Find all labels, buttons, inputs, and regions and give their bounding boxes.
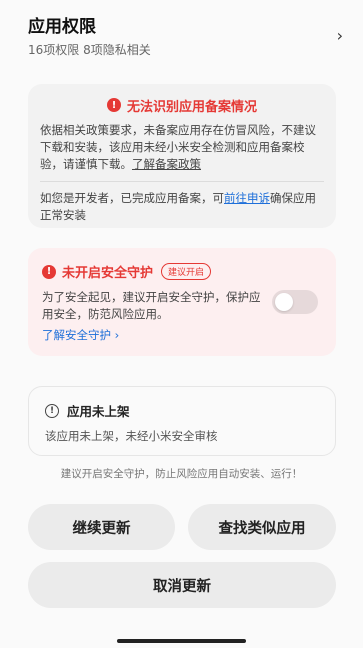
toggle-knob [275,293,293,311]
divider [40,181,324,182]
permissions-header[interactable]: 应用权限 16项权限 8项隐私相关 › [28,16,343,60]
find-similar-app-button[interactable]: 查找类似应用 [188,504,336,550]
security-guard-title: 未开启安全守护 [62,266,154,281]
security-guard-toggle[interactable] [272,290,318,314]
recommend-badge: 建议开启 [161,263,212,280]
install-sheet: 应用权限 16项权限 8项隐私相关 › ! 无法识别应用备案情况 依据相关政策要… [0,0,363,648]
security-guard-header: ! 未开启安全守护 建议开启 [42,262,322,281]
filing-policy-link[interactable]: 了解备案政策 [132,157,201,171]
unlisted-header: ! 应用未上架 [45,401,319,420]
info-icon: ! [45,403,59,418]
filing-warning-card: ! 无法识别应用备案情况 依据相关政策要求，未备案应用存在仿冒风险，不建议下载和… [28,84,336,228]
error-icon: ! [42,264,56,279]
continue-update-button[interactable]: 继续更新 [28,504,175,550]
security-guard-card: ! 未开启安全守护 建议开启 为了安全起见，建议开启安全守护，保护应用安全，防范… [28,248,336,356]
chevron-right-icon[interactable]: › [337,26,343,45]
developer-note-before: 如您是开发者，已完成应用备案，可 [40,191,224,205]
cancel-update-button[interactable]: 取消更新 [28,562,336,608]
security-hint: 建议开启安全守护，防止风险应用自动安装、运行！ [60,468,303,480]
filing-warning-title: 无法识别应用备案情况 [126,99,257,115]
error-icon: ! [106,98,121,112]
developer-note: 如您是开发者，已完成应用备案，可前往申诉确保应用正常安装 [40,190,324,224]
unlisted-body: 该应用未上架，未经小米安全审核 [45,429,218,443]
permissions-title: 应用权限 [28,17,96,37]
home-indicator[interactable] [117,639,246,643]
security-guard-body: 为了安全起见，建议开启安全守护，保护应用安全，防范风险应用。 [42,290,261,321]
unlisted-title: 应用未上架 [67,404,130,419]
appeal-link[interactable]: 前往申诉 [224,191,270,205]
permissions-subtitle: 16项权限 8项隐私相关 [28,43,151,57]
filing-warning-body: 依据相关政策要求，未备案应用存在仿冒风险，不建议下载和安装，该应用未经小米安全检… [40,122,324,173]
learn-security-guard-link[interactable]: 了解安全守护 › [42,327,322,343]
unlisted-card: ! 应用未上架 该应用未上架，未经小米安全审核 [28,386,336,456]
filing-warning-header: ! 无法识别应用备案情况 [40,94,324,116]
